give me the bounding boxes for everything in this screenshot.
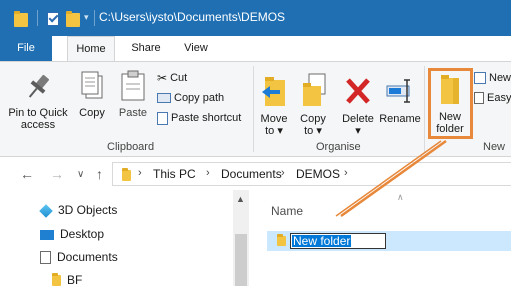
highlight-arrow xyxy=(335,139,447,218)
